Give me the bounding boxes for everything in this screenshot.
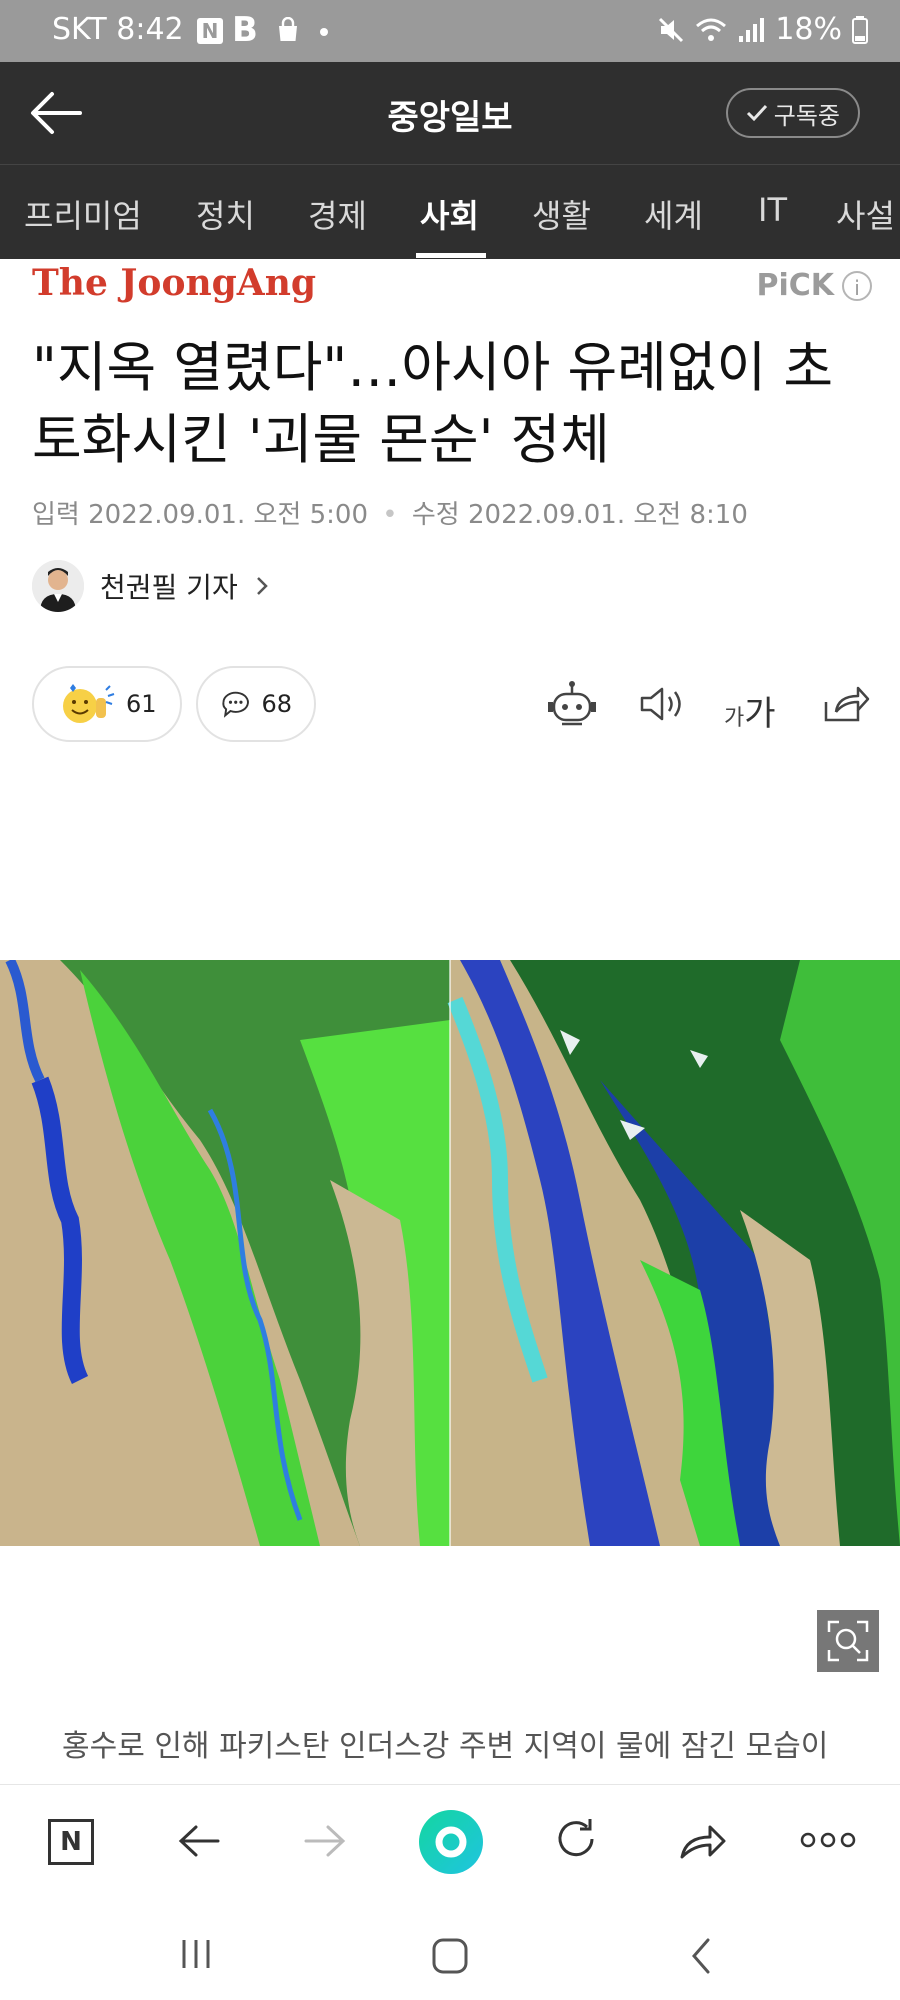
reporter-link[interactable]: 천권필 기자 xyxy=(32,560,270,612)
app-header: 중앙일보 구독중 xyxy=(0,62,900,164)
comment-button[interactable]: 68 xyxy=(196,666,316,742)
image-zoom-icon[interactable] xyxy=(817,1610,879,1672)
tab-politics[interactable]: 정치 xyxy=(196,191,255,237)
published-label: 입력 xyxy=(32,500,80,530)
mute-icon xyxy=(659,17,684,42)
article-satellite-image[interactable] xyxy=(0,960,900,1546)
shopping-bag-icon xyxy=(279,17,297,41)
tab-premium[interactable]: 프리미엄 xyxy=(24,191,142,237)
naver-notification-icon: N xyxy=(197,18,223,44)
comment-icon xyxy=(222,691,249,718)
status-right-group: 18% xyxy=(657,12,868,47)
font-size-large-label: 가 xyxy=(744,694,776,734)
reaction-button[interactable]: 61 xyxy=(32,666,182,742)
active-tab-indicator xyxy=(416,253,486,258)
reporter-photo xyxy=(32,560,84,612)
naver-home-icon[interactable]: N xyxy=(48,1819,94,1865)
browser-forward-icon[interactable] xyxy=(302,1821,348,1861)
battery-icon xyxy=(852,15,868,44)
tab-society[interactable]: 사회 xyxy=(420,191,479,237)
pick-badge[interactable]: PiCK i xyxy=(756,268,872,303)
home-icon[interactable] xyxy=(430,1936,470,1976)
article-dates: 입력 2022.09.01. 오전 5:00 • 수정 2022.09.01. … xyxy=(32,494,748,531)
speaker-tts-icon[interactable] xyxy=(636,678,688,730)
green-dot-icon[interactable] xyxy=(418,1809,484,1875)
tab-it[interactable]: IT xyxy=(758,191,787,229)
reporter-name: 천권필 기자 xyxy=(100,571,238,604)
tab-life[interactable]: 생활 xyxy=(532,191,591,237)
reaction-count: 61 xyxy=(126,690,157,718)
signal-icon xyxy=(739,17,765,42)
share-icon[interactable] xyxy=(818,678,870,730)
font-size-button[interactable]: 가가 xyxy=(724,686,776,735)
band-notification-icon: B xyxy=(232,10,258,50)
emoji-reaction-icon xyxy=(63,684,115,723)
share-forward-icon[interactable] xyxy=(678,1819,728,1861)
published-date: 2022.09.01. 오전 5:00 xyxy=(88,500,368,530)
subscribe-button[interactable]: 구독중 xyxy=(725,88,860,138)
article-headline: "지옥 열렸다"…아시아 유례없이 초토화시킨 '괴물 몬순' 정체 xyxy=(32,336,834,471)
tab-editorial[interactable]: 사설 xyxy=(836,191,895,237)
system-nav-bar xyxy=(0,1896,900,2000)
status-bar: SKT 8:42 N B 18% xyxy=(0,0,900,62)
wifi-icon xyxy=(696,18,727,41)
status-carrier-time: SKT 8:42 xyxy=(52,12,184,47)
category-tabs: 프리미엄 정치 경제 사회 생활 세계 IT 사설 xyxy=(0,164,900,259)
ai-summary-robot-icon[interactable] xyxy=(546,678,598,730)
info-icon[interactable]: i xyxy=(842,270,872,301)
tab-world[interactable]: 세계 xyxy=(644,191,703,237)
subscribe-label: 구독중 xyxy=(773,101,840,130)
image-caption: 홍수로 인해 파키스탄 인더스강 주변 지역이 물에 잠긴 모습이 xyxy=(62,1729,829,1764)
comment-count: 68 xyxy=(261,690,292,718)
press-logo[interactable]: The JoongAng xyxy=(32,262,316,304)
font-size-small-label: 가 xyxy=(724,706,745,731)
date-separator: • xyxy=(382,500,398,530)
recent-apps-icon[interactable] xyxy=(178,1936,214,1972)
modified-date: 2022.09.01. 오전 8:10 xyxy=(467,500,748,530)
battery-percent: 18% xyxy=(775,12,842,47)
reporter-avatar xyxy=(32,560,84,612)
pick-label: PiCK xyxy=(756,268,834,303)
refresh-icon[interactable] xyxy=(554,1817,600,1863)
chevron-right-icon xyxy=(256,577,268,595)
system-back-icon[interactable] xyxy=(686,1936,716,1976)
browser-bottom-nav: N xyxy=(0,1784,900,1897)
tab-economy[interactable]: 경제 xyxy=(308,191,367,237)
browser-back-icon[interactable] xyxy=(176,1821,222,1861)
more-menu-icon[interactable] xyxy=(800,1829,856,1851)
check-icon xyxy=(746,104,767,122)
more-notifications-dot xyxy=(320,28,328,36)
modified-label: 수정 xyxy=(411,500,460,530)
